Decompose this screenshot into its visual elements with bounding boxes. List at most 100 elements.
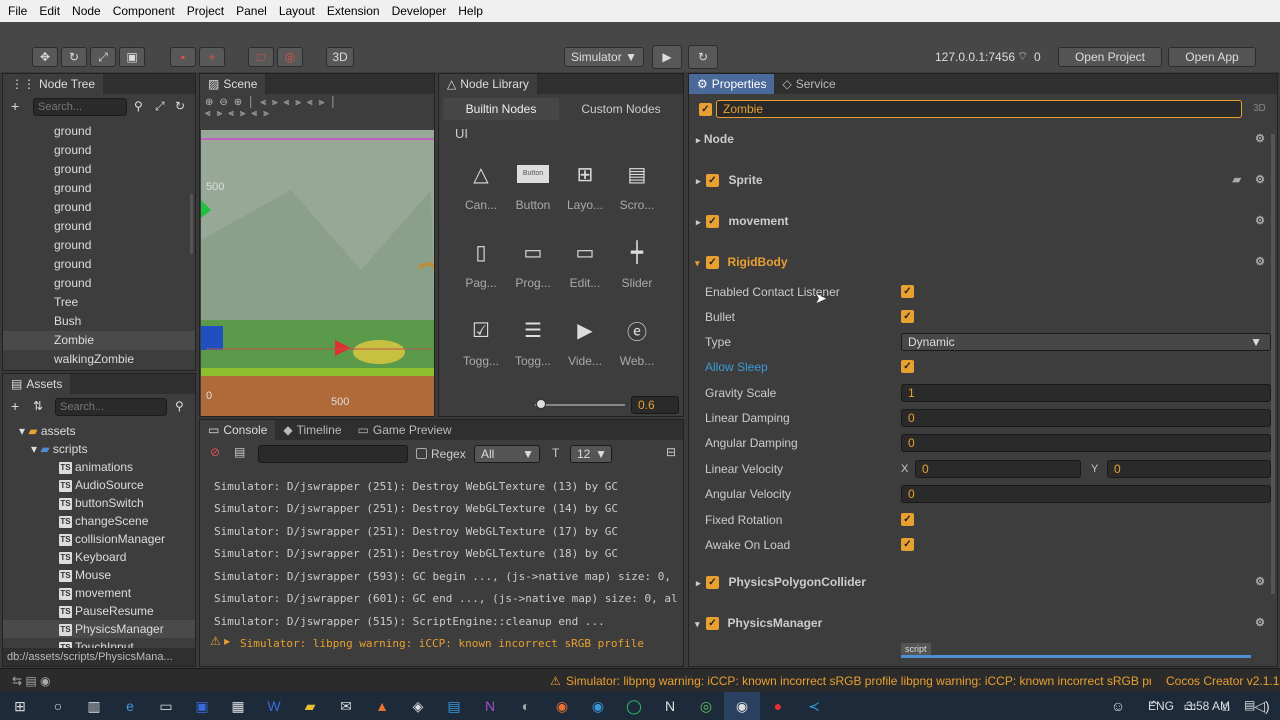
scale-tool-icon[interactable]: ⤢: [90, 47, 116, 67]
tab-scene[interactable]: ▨ Scene: [200, 74, 266, 94]
enabled-checkbox[interactable]: ✓: [706, 576, 719, 589]
tree-node[interactable]: ground: [3, 236, 195, 255]
gear-icon[interactable]: ⚙: [1255, 166, 1265, 194]
linear-velocity-y-input[interactable]: 0: [1107, 460, 1271, 478]
log-level-select[interactable]: All ▼: [474, 445, 540, 463]
node-tile-toggle[interactable]: ☑ Togg...: [455, 312, 507, 369]
tab-timeline[interactable]: ◆ Timeline: [275, 420, 349, 440]
asset-search-input[interactable]: Search...: [55, 398, 167, 416]
terminal-icon[interactable]: ▭: [148, 692, 184, 720]
tree-node[interactable]: Bush: [3, 312, 195, 331]
refresh-tree-icon[interactable]: ↻: [175, 99, 185, 113]
platform-select[interactable]: Simulator ▼: [564, 47, 644, 67]
calculator-icon[interactable]: ▦: [220, 692, 256, 720]
tree-node-selected[interactable]: Zombie: [3, 331, 195, 350]
tab-assets[interactable]: ▤ Assets: [3, 374, 71, 394]
menu-extension[interactable]: Extension: [319, 4, 384, 18]
node-tile-editbox[interactable]: ▭ Edit...: [559, 234, 611, 291]
asset-file[interactable]: TS collisionManager: [3, 530, 195, 548]
mode-3d-button[interactable]: 3D: [326, 47, 354, 67]
node-tile-webview[interactable]: ⓔ Web...: [611, 312, 663, 369]
people-icon[interactable]: ☺: [1100, 692, 1136, 720]
tree-node[interactable]: ground: [3, 160, 195, 179]
tree-node[interactable]: ground: [3, 217, 195, 236]
app-icon[interactable]: ▣: [184, 692, 220, 720]
angular-velocity-input[interactable]: 0: [901, 485, 1271, 503]
whatsapp-icon[interactable]: ◯: [616, 692, 652, 720]
local-icon[interactable]: □: [248, 47, 274, 67]
linear-velocity-x-input[interactable]: 0: [915, 460, 1081, 478]
font-size-select[interactable]: 12 ▼: [570, 445, 612, 463]
menu-layout[interactable]: Layout: [271, 4, 319, 18]
open-log-icon[interactable]: ▤: [234, 445, 245, 459]
enabled-checkbox[interactable]: ✓: [706, 174, 719, 187]
tab-builtin-nodes[interactable]: Builtin Nodes: [443, 98, 559, 120]
app2-icon[interactable]: ◐: [508, 692, 544, 720]
app4-icon[interactable]: ◎: [688, 692, 724, 720]
book-icon[interactable]: ▰: [1233, 166, 1241, 194]
scene-viewport[interactable]: 500 0 500: [201, 130, 434, 416]
node-tile-togglegroup[interactable]: ☰ Togg...: [507, 312, 559, 369]
tree-node[interactable]: ground: [3, 198, 195, 217]
asset-file[interactable]: TS animations: [3, 458, 195, 476]
notifications-icon[interactable]: ▤: [1244, 698, 1255, 712]
status-icons[interactable]: ⇆ ▤ ◉: [12, 674, 51, 688]
node-search-input[interactable]: Search...: [33, 98, 127, 116]
tree-node[interactable]: Tree: [3, 293, 195, 312]
menu-edit[interactable]: Edit: [31, 4, 64, 18]
asset-file[interactable]: TS PauseResume: [3, 602, 195, 620]
cocos-icon[interactable]: ◉: [724, 692, 760, 720]
asset-folder-scripts[interactable]: ▾ ▰ scripts: [3, 440, 195, 458]
firefox-icon[interactable]: ◉: [544, 692, 580, 720]
angular-damping-input[interactable]: 0: [901, 434, 1271, 452]
edge-icon[interactable]: e: [112, 692, 148, 720]
menu-node[interactable]: Node: [64, 4, 105, 18]
tab-custom-nodes[interactable]: Custom Nodes: [563, 98, 679, 120]
sort-icon[interactable]: ⇅: [33, 399, 43, 413]
asset-file[interactable]: TS movement: [3, 584, 195, 602]
windows-start-icon[interactable]: ⊞: [0, 692, 40, 720]
vlc-icon[interactable]: ▲: [364, 692, 400, 720]
component-rigidbody[interactable]: ▾ ✓ RigidBody ⚙: [689, 248, 1277, 276]
tree-node[interactable]: ground: [3, 255, 195, 274]
expand-icon[interactable]: ⤢: [155, 99, 165, 114]
task-view-icon[interactable]: ▥: [76, 692, 112, 720]
vscode-icon[interactable]: ≺: [796, 692, 832, 720]
awake-on-load-checkbox[interactable]: ✓: [901, 538, 914, 551]
menu-component[interactable]: Component: [105, 4, 179, 18]
word-icon[interactable]: W: [256, 692, 292, 720]
anchor-icon[interactable]: +: [199, 47, 225, 67]
search-icon[interactable]: ○: [40, 692, 76, 720]
enabled-contact-listener-checkbox[interactable]: ✓: [901, 285, 914, 298]
node-name-field[interactable]: Zombie: [716, 100, 1242, 118]
asset-file[interactable]: TS changeScene: [3, 512, 195, 530]
asset-file-selected[interactable]: TS PhysicsManager: [3, 620, 195, 638]
folder-icon[interactable]: ▰: [292, 692, 328, 720]
rotate-tool-icon[interactable]: ↻: [61, 47, 87, 67]
rect-tool-icon[interactable]: ▣: [119, 47, 145, 67]
gear-icon[interactable]: ⚙: [1255, 207, 1265, 235]
tab-node-tree[interactable]: ⋮⋮ Node Tree: [3, 74, 104, 94]
menu-help[interactable]: Help: [450, 4, 487, 18]
node-tile-videoplayer[interactable]: ▶ Vide...: [559, 312, 611, 369]
node-tile-canvas[interactable]: △ Can...: [455, 156, 507, 213]
tree-node[interactable]: ground: [3, 122, 195, 141]
menu-panel[interactable]: Panel: [228, 4, 271, 18]
asset-file[interactable]: TS AudioSource: [3, 476, 195, 494]
add-node-icon[interactable]: +: [11, 98, 19, 114]
regex-checkbox[interactable]: [416, 448, 427, 459]
tab-game-preview[interactable]: ▭ Game Preview: [350, 420, 460, 440]
tree-node[interactable]: ground: [3, 274, 195, 293]
add-asset-icon[interactable]: +: [11, 398, 19, 414]
asset-folder-root[interactable]: ▾ ▰ assets: [3, 422, 195, 440]
tab-console[interactable]: ▭ Console: [200, 420, 276, 440]
properties-scrollbar[interactable]: [1271, 134, 1275, 594]
script-asset-field[interactable]: [901, 655, 1251, 658]
onenote-icon[interactable]: N: [472, 692, 508, 720]
global-icon[interactable]: ◎: [277, 47, 303, 67]
component-movement[interactable]: ▸ ✓ movement ⚙: [689, 207, 1277, 235]
gear-icon[interactable]: ⚙: [1255, 568, 1265, 596]
type-select[interactable]: Dynamic ▼: [901, 333, 1271, 351]
enabled-checkbox[interactable]: ✓: [706, 617, 719, 630]
node-tile-button[interactable]: Button Button: [507, 156, 559, 212]
